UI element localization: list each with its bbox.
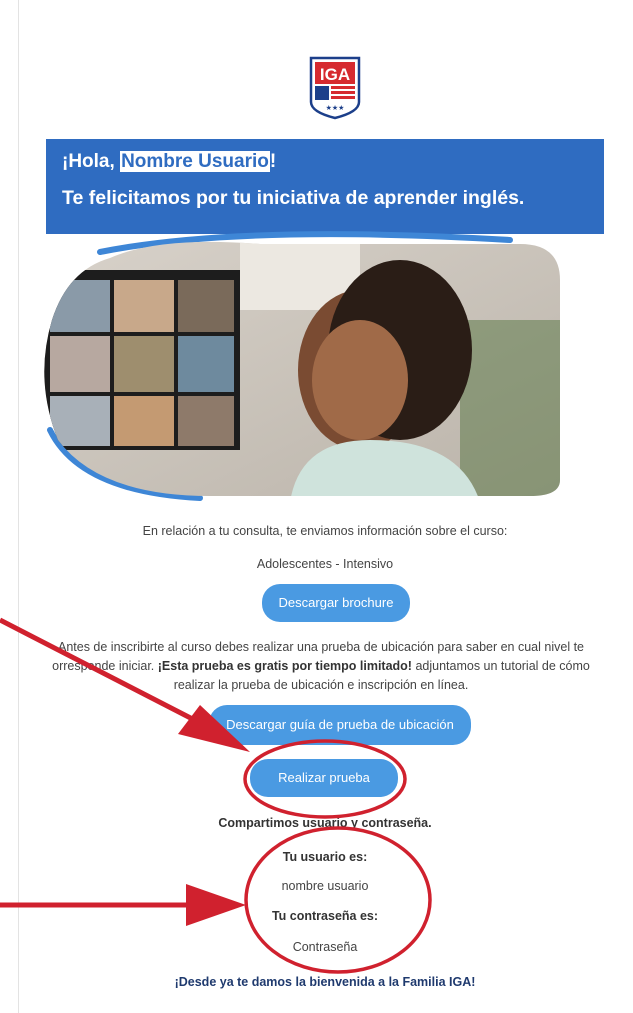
congrats-heading: Te felicitamos por tu iniciativa de apre… bbox=[62, 187, 525, 209]
download-guide-button[interactable]: Descargar guía de prueba de ubicación bbox=[209, 705, 471, 745]
welcome-message: ¡Desde ya te damos la bienvenida a la Fa… bbox=[174, 975, 476, 989]
share-credentials-text: Compartimos usuario y contraseña. bbox=[218, 816, 432, 830]
hero-image bbox=[40, 230, 602, 502]
password-label: Tu contraseña es: bbox=[271, 909, 379, 923]
left-divider bbox=[18, 0, 19, 1013]
intro-text: En relación a tu consulta, te enviamos i… bbox=[142, 524, 508, 538]
course-name: Adolescentes - Intensivo bbox=[256, 557, 394, 571]
username-value: nombre usuario bbox=[281, 879, 369, 893]
iga-logo: IGA ★★★ bbox=[309, 56, 361, 120]
free-test-notice: ¡Esta prueba es gratis por tiempo limita… bbox=[157, 659, 412, 673]
logo-text: IGA bbox=[320, 65, 350, 84]
svg-text:★★★: ★★★ bbox=[326, 104, 345, 112]
header-banner: ¡Hola, Nombre Usuario! Te felicitamos po… bbox=[46, 139, 604, 234]
username-label: Tu usuario es: bbox=[282, 850, 368, 864]
take-test-button[interactable]: Realizar prueba bbox=[250, 759, 398, 797]
greeting: ¡Hola, Nombre Usuario! bbox=[62, 151, 277, 172]
placement-paragraph: Antes de inscribirte al curso debes real… bbox=[52, 640, 590, 692]
password-value: Contraseña bbox=[292, 940, 358, 954]
user-name-highlight: Nombre Usuario bbox=[120, 151, 270, 172]
download-brochure-button[interactable]: Descargar brochure bbox=[262, 584, 410, 622]
